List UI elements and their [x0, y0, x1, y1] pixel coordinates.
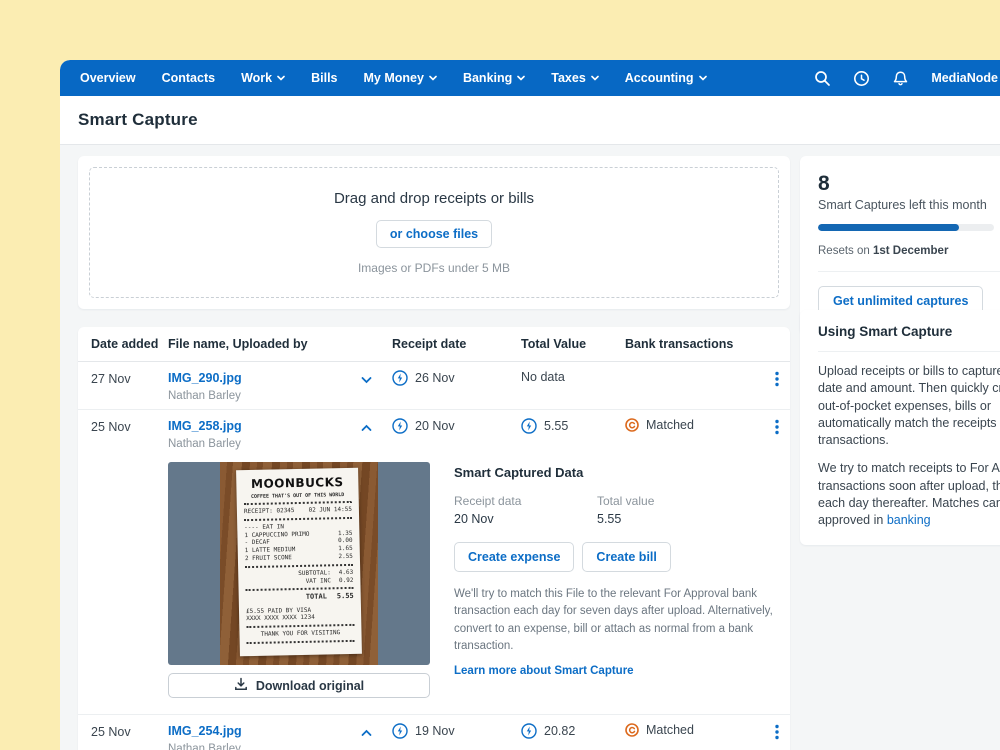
collapse-chevron-up-icon[interactable] [361, 419, 372, 437]
help-paragraph-1: Upload receipts or bills to capture the … [818, 363, 1000, 449]
matched-status-icon [625, 723, 639, 737]
drag-drop-zone[interactable]: Drag and drop receipts or bills or choos… [89, 167, 779, 298]
smart-capture-bolt-icon [392, 418, 408, 434]
help-paragraph-2: We try to match receipts to For Approval… [818, 460, 1000, 529]
match-note: We'll try to match this File to the rele… [454, 586, 784, 655]
file-name-link[interactable]: IMG_258.jpg [168, 419, 242, 433]
smart-captured-data-panel: Smart Captured Data Receipt data 20 Nov … [454, 462, 790, 698]
smart-capture-bolt-icon [521, 418, 537, 434]
receipt-date-captured: 20 Nov [454, 512, 597, 526]
bank-transactions-value: Matched [646, 418, 694, 432]
column-file-name: File name, Uploaded by [168, 337, 392, 351]
total-value-captured: 5.55 [597, 512, 740, 526]
captures-table: Date added File name, Uploaded by Receip… [78, 327, 790, 750]
smart-capture-bolt-icon [521, 723, 537, 739]
smart-capture-bolt-icon [392, 370, 408, 386]
nav-item-accounting[interactable]: Accounting [625, 71, 707, 85]
row-menu-kebab-icon[interactable] [775, 722, 779, 745]
quota-card: 8 Smart Captures left this month Resets … [800, 156, 1000, 334]
expanded-row-detail: MOONBUCKS COFFEE THAT'S OUT OF THIS WORL… [78, 457, 790, 714]
nav-item-my-money[interactable]: My Money [364, 71, 437, 85]
receipt-date-value: 20 Nov [415, 419, 455, 433]
matched-status-icon [625, 418, 639, 432]
download-icon [234, 677, 248, 694]
download-original-button[interactable]: Download original [168, 673, 430, 698]
collapse-chevron-up-icon[interactable] [361, 724, 372, 742]
quota-progress-bar [818, 224, 994, 231]
receipt-paper: MOONBUCKS COFFEE THAT'S OUT OF THIS WORL… [236, 468, 362, 657]
uploader-name: Nathan Barley [168, 438, 242, 450]
receipt-photo: MOONBUCKS COFFEE THAT'S OUT OF THIS WORL… [168, 462, 430, 665]
table-row: 25 Nov IMG_258.jpg Nathan Barley 20 Nov … [78, 409, 790, 457]
date-added-value: 27 Nov [91, 369, 168, 386]
table-row: 25 Nov IMG_254.jpg Nathan Barley 19 Nov … [78, 714, 790, 750]
chevron-down-icon [277, 74, 285, 82]
panel-title: Smart Captured Data [454, 465, 790, 480]
nav-item-banking[interactable]: Banking [463, 71, 525, 85]
help-card: Using Smart Capture Upload receipts or b… [800, 310, 1000, 545]
file-name-link[interactable]: IMG_254.jpg [168, 724, 242, 738]
row-menu-kebab-icon[interactable] [775, 417, 779, 440]
create-bill-button[interactable]: Create bill [582, 542, 670, 572]
chevron-down-icon [517, 74, 525, 82]
smart-capture-bolt-icon [392, 723, 408, 739]
date-added-value: 25 Nov [91, 722, 168, 739]
nav-item-taxes[interactable]: Taxes [551, 71, 599, 85]
search-icon[interactable] [814, 70, 831, 87]
learn-more-link[interactable]: Learn more about Smart Capture [454, 665, 634, 677]
total-value: No data [521, 370, 565, 384]
page-header: Smart Capture Se [60, 96, 1000, 145]
captures-left-label: Smart Captures left this month [818, 198, 1000, 212]
table-row: 27 Nov IMG_290.jpg Nathan Barley 26 Nov … [78, 362, 790, 409]
help-title: Using Smart Capture [818, 324, 1000, 352]
captures-left-count: 8 [818, 172, 1000, 196]
choose-files-button[interactable]: or choose files [376, 220, 492, 248]
top-nav: Overview Contacts Work Bills My Money Ba… [60, 60, 1000, 96]
nav-item-work[interactable]: Work [241, 71, 285, 85]
expand-chevron-down-icon[interactable] [361, 371, 372, 389]
uploader-name: Nathan Barley [168, 390, 242, 402]
receipt-date-value: 26 Nov [415, 371, 455, 385]
chevron-down-icon [429, 74, 437, 82]
upload-card: Drag and drop receipts or bills or choos… [78, 156, 790, 309]
column-total-value: Total Value [521, 337, 625, 351]
bank-transactions-value [625, 369, 763, 370]
bank-transactions-value: Matched [646, 723, 694, 737]
column-date-added: Date added [91, 337, 168, 351]
page-title: Smart Capture [78, 110, 198, 130]
total-value: 20.82 [544, 724, 575, 738]
receipt-brand: MOONBUCKS [243, 475, 351, 493]
column-receipt-date: Receipt date [392, 337, 521, 351]
date-added-value: 25 Nov [91, 417, 168, 434]
dropzone-title: Drag and drop receipts or bills [334, 190, 534, 207]
timer-icon[interactable] [853, 70, 870, 87]
company-name[interactable]: MediaNode [931, 71, 998, 85]
chevron-down-icon [699, 74, 707, 82]
uploader-name: Nathan Barley [168, 743, 242, 750]
quota-progress-fill [818, 224, 959, 231]
create-expense-button[interactable]: Create expense [454, 542, 574, 572]
total-value: 5.55 [544, 419, 568, 433]
quota-reset-text: Resets on 1st December [818, 245, 1000, 272]
receipt-date-label: Receipt data [454, 494, 597, 508]
app-window: Overview Contacts Work Bills My Money Ba… [60, 60, 1000, 750]
nav-item-overview[interactable]: Overview [80, 71, 136, 85]
bell-icon[interactable] [892, 70, 909, 87]
row-menu-kebab-icon[interactable] [775, 369, 779, 392]
file-name-link[interactable]: IMG_290.jpg [168, 371, 242, 385]
dropzone-hint: Images or PDFs under 5 MB [358, 261, 510, 275]
column-bank-transactions: Bank transactions [625, 337, 763, 351]
nav-item-contacts[interactable]: Contacts [162, 71, 215, 85]
banking-link[interactable]: banking [887, 513, 931, 527]
receipt-date-value: 19 Nov [415, 724, 455, 738]
table-header-row: Date added File name, Uploaded by Receip… [78, 327, 790, 362]
nav-item-bills[interactable]: Bills [311, 71, 337, 85]
total-value-label: Total value [597, 494, 740, 508]
chevron-down-icon [591, 74, 599, 82]
